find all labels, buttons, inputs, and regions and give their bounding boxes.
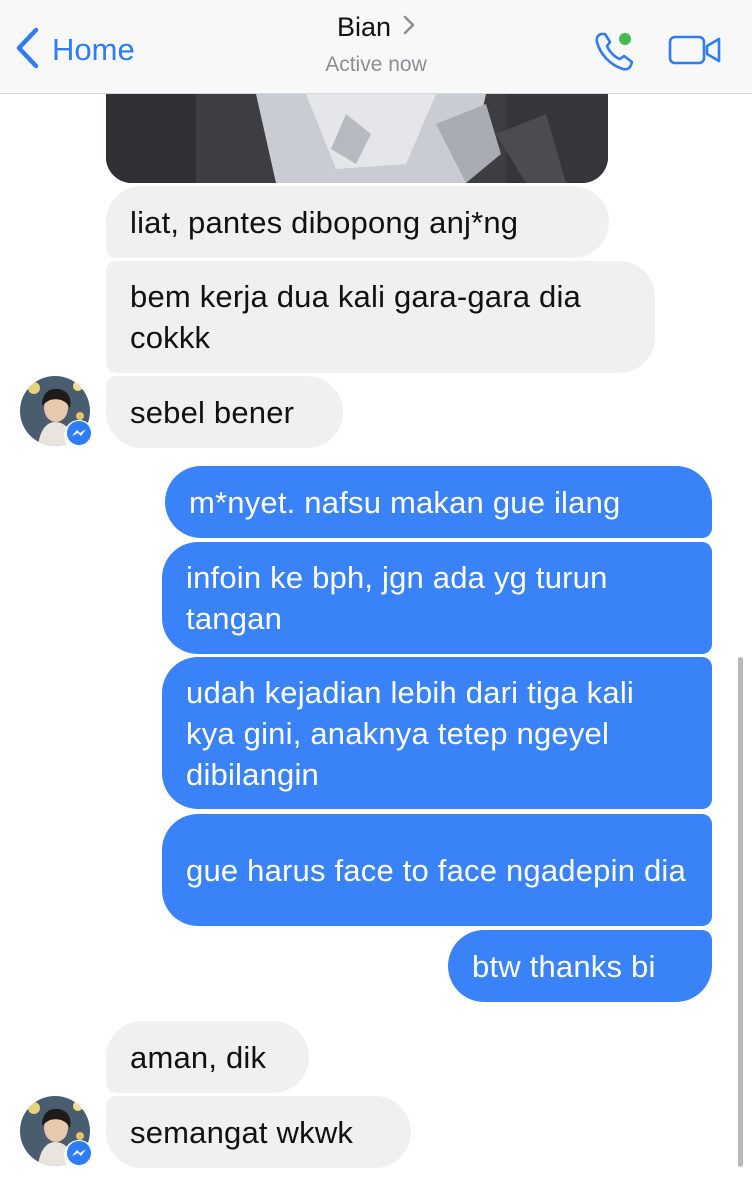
messenger-icon bbox=[66, 1140, 92, 1171]
incoming-message: semangat wkwk bbox=[106, 1096, 411, 1168]
video-call-button[interactable] bbox=[668, 34, 722, 66]
messenger-badge bbox=[64, 420, 94, 450]
incoming-message: sebel bener bbox=[106, 376, 343, 448]
outgoing-message: gue harus face to face ngadepin dia bbox=[162, 814, 712, 926]
active-status: Active now bbox=[325, 53, 427, 76]
scrollbar[interactable] bbox=[738, 657, 743, 1167]
video-camera-icon bbox=[668, 35, 722, 70]
outgoing-message: udah kejadian lebih dari tiga kali kya g… bbox=[162, 657, 712, 809]
conversation-title-area: Bian Active now bbox=[0, 12, 752, 77]
chevron-right-icon bbox=[403, 15, 415, 40]
contact-name-button[interactable]: Bian bbox=[337, 12, 415, 43]
contact-avatar[interactable] bbox=[20, 376, 94, 450]
messenger-icon bbox=[66, 420, 92, 451]
incoming-message: aman, dik bbox=[106, 1021, 309, 1093]
photo-content bbox=[106, 94, 608, 183]
chat-header: Home Bian Active now bbox=[0, 0, 752, 94]
outgoing-message: infoin ke bph, jgn ada yg turun tangan bbox=[162, 542, 712, 654]
outgoing-message: btw thanks bi bbox=[448, 930, 712, 1002]
incoming-message: liat, pantes dibopong anj*ng bbox=[106, 186, 609, 258]
contact-avatar[interactable] bbox=[20, 1096, 94, 1170]
incoming-message: bem kerja dua kali gara-gara dia cokkk bbox=[106, 261, 655, 373]
image-message[interactable] bbox=[106, 94, 608, 183]
phone-icon bbox=[592, 32, 638, 78]
outgoing-message: m*nyet. nafsu makan gue ilang bbox=[165, 466, 712, 538]
messenger-badge bbox=[64, 1140, 94, 1170]
voice-call-button[interactable] bbox=[592, 28, 638, 74]
contact-name: Bian bbox=[336, 12, 392, 42]
